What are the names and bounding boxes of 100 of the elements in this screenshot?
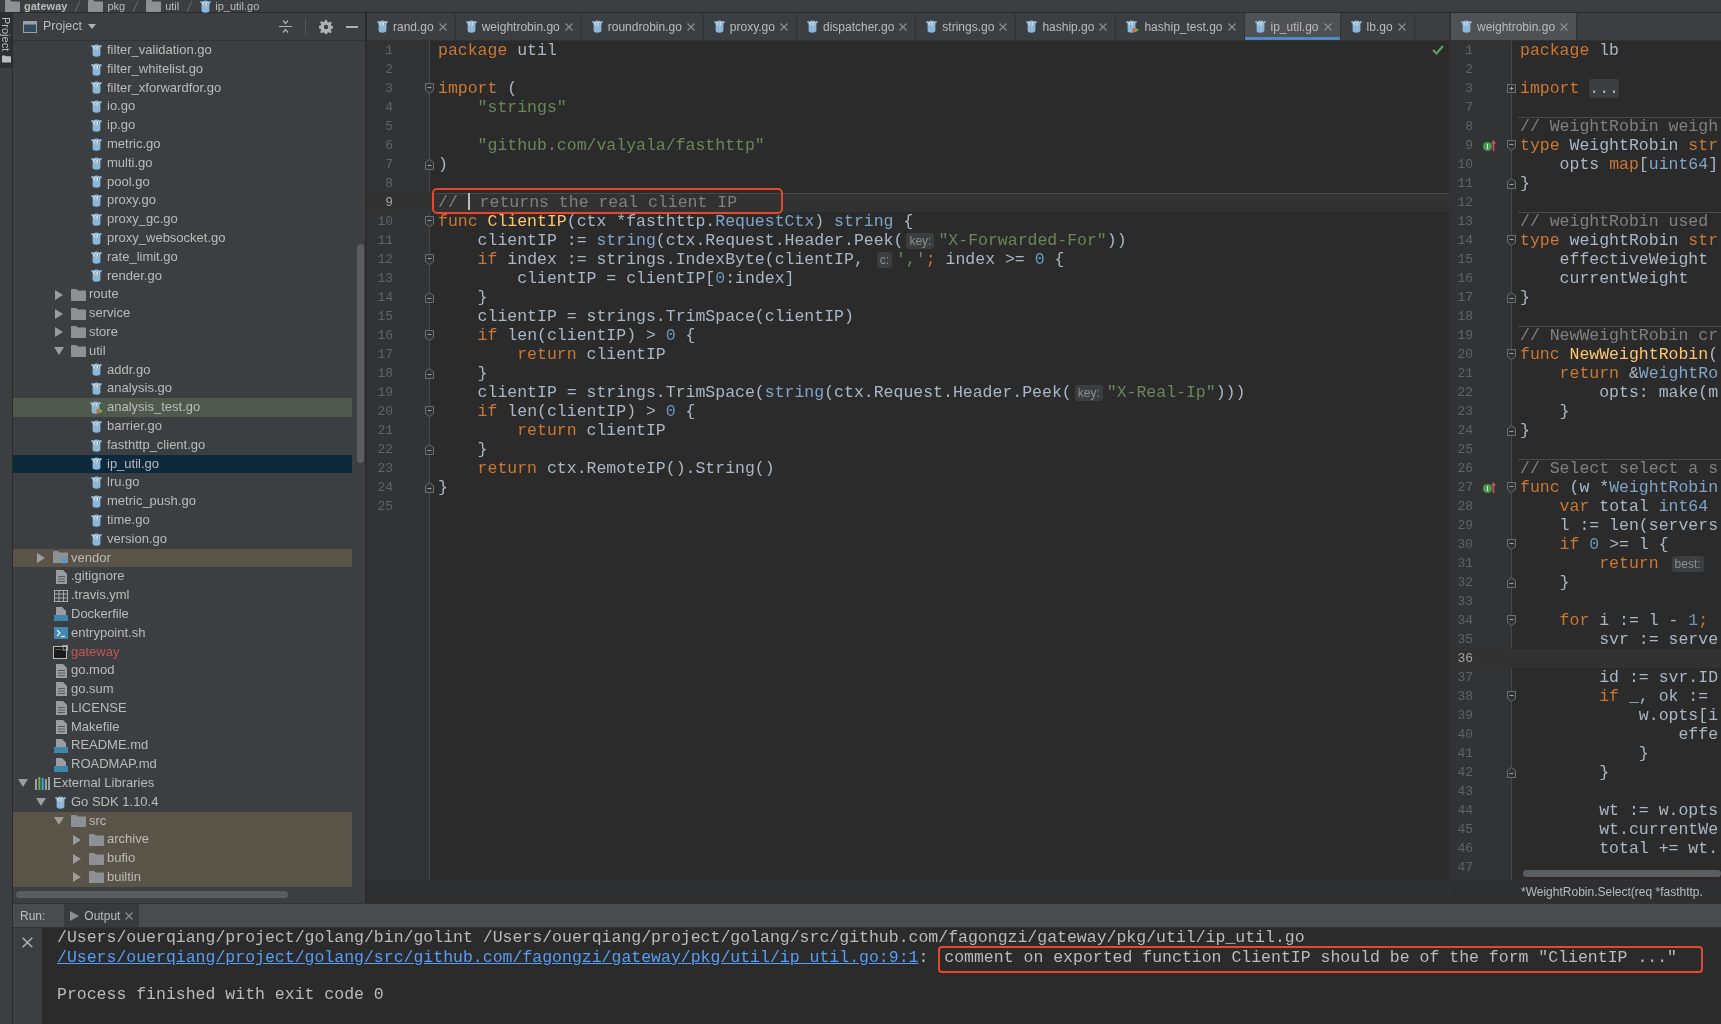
breadcrumb-item[interactable]: pkg bbox=[88, 0, 126, 12]
folder-name[interactable]: bufio bbox=[107, 849, 136, 869]
file-name[interactable]: filter_xforwardfor.go bbox=[107, 78, 222, 98]
file-name[interactable]: LICENSE bbox=[71, 698, 127, 718]
close-icon[interactable] bbox=[1099, 22, 1108, 31]
fold-icon[interactable] bbox=[425, 444, 434, 455]
folder-name[interactable]: archive bbox=[107, 830, 149, 850]
folder-name[interactable]: store bbox=[89, 322, 118, 342]
file-name[interactable]: rate_limit.go bbox=[107, 247, 178, 267]
fold-icon[interactable] bbox=[425, 330, 434, 341]
close-icon[interactable] bbox=[686, 22, 695, 31]
file-name[interactable]: filter_whitelist.go bbox=[107, 59, 204, 79]
file-name[interactable]: Dockerfile bbox=[71, 604, 129, 624]
disclosure-triangle-icon[interactable] bbox=[73, 853, 81, 864]
editor-tab[interactable]: haship_test.go bbox=[1116, 13, 1245, 40]
fold-icon[interactable] bbox=[1507, 615, 1516, 626]
editor-tab[interactable]: weightrobin.go bbox=[1451, 13, 1578, 40]
collapse-all-icon[interactable] bbox=[279, 20, 292, 33]
file-name[interactable]: metric.go bbox=[107, 135, 161, 154]
editor-tab[interactable]: rand.go bbox=[367, 13, 456, 40]
breadcrumb-item[interactable]: gateway bbox=[5, 0, 68, 12]
breadcrumb-text[interactable]: *WeightRobin.Select(req *fasthttp. bbox=[1521, 883, 1703, 901]
file-link[interactable]: /Users/ouerqiang/project/golang/src/github.com/fagongzi/gateway/pkg/util/ip_util.go:9:1 bbox=[57, 948, 919, 967]
settings-icon[interactable] bbox=[319, 19, 333, 34]
breadcrumb-item[interactable]: ip_util.go bbox=[200, 0, 260, 13]
file-name[interactable]: time.go bbox=[107, 510, 150, 530]
fold-icon[interactable] bbox=[425, 406, 434, 417]
file-name[interactable]: metric_push.go bbox=[107, 492, 196, 511]
close-icon[interactable] bbox=[564, 22, 573, 31]
view-selector[interactable]: Project bbox=[23, 17, 96, 36]
file-name[interactable]: lru.go bbox=[107, 473, 140, 493]
folder-name[interactable]: builtin bbox=[107, 868, 141, 887]
fold-icon[interactable] bbox=[1507, 140, 1516, 151]
file-name[interactable]: io.go bbox=[107, 97, 136, 117]
fold-icon[interactable] bbox=[425, 368, 434, 379]
disclosure-triangle-icon[interactable] bbox=[55, 289, 63, 300]
file-name[interactable]: .gitignore bbox=[71, 567, 125, 587]
file-name[interactable]: ip.go bbox=[107, 116, 136, 135]
file-name[interactable]: proxy_websocket.go bbox=[107, 228, 226, 248]
file-name[interactable]: version.go bbox=[107, 529, 167, 549]
file-name[interactable]: analysis_test.go bbox=[107, 398, 201, 417]
editor-tab[interactable]: haship.go bbox=[1016, 13, 1117, 40]
file-name[interactable]: proxy.go bbox=[107, 191, 156, 211]
disclosure-triangle-icon[interactable] bbox=[54, 817, 64, 826]
fold-icon[interactable] bbox=[1507, 691, 1516, 702]
fold-icon[interactable] bbox=[1507, 577, 1516, 588]
folder-name[interactable]: service bbox=[89, 304, 131, 323]
file-name[interactable]: barrier.go bbox=[107, 416, 162, 436]
close-icon[interactable] bbox=[999, 22, 1008, 31]
fold-icon[interactable] bbox=[1507, 767, 1516, 778]
file-name[interactable]: entrypoint.sh bbox=[71, 623, 146, 643]
file-name[interactable]: render.go bbox=[107, 266, 162, 286]
close-icon[interactable] bbox=[1323, 22, 1332, 31]
check-icon[interactable] bbox=[1432, 45, 1444, 55]
file-name[interactable]: go.mod bbox=[71, 661, 115, 681]
tree-row[interactable]: builtin bbox=[13, 868, 352, 887]
output-tab[interactable]: Output bbox=[64, 904, 140, 927]
file-name[interactable]: Makefile bbox=[71, 717, 120, 737]
close-icon[interactable] bbox=[22, 937, 33, 948]
circle-arrow-icon[interactable] bbox=[1482, 140, 1496, 151]
tool-window-tab[interactable]: Project bbox=[0, 13, 12, 69]
fold-icon[interactable] bbox=[1507, 235, 1516, 246]
scrollbar-thumb[interactable] bbox=[1523, 870, 1721, 877]
folder-name[interactable]: External Libraries bbox=[53, 774, 155, 793]
scrollbar-thumb[interactable] bbox=[357, 244, 364, 463]
disclosure-triangle-icon[interactable] bbox=[73, 834, 81, 845]
close-icon[interactable] bbox=[779, 22, 788, 31]
close-icon[interactable] bbox=[1397, 22, 1406, 31]
breadcrumb-item[interactable]: util bbox=[146, 0, 180, 12]
file-name[interactable]: .travis.yml bbox=[71, 586, 130, 605]
disclosure-triangle-icon[interactable] bbox=[55, 308, 63, 319]
fold-icon[interactable] bbox=[425, 482, 434, 493]
file-name[interactable]: fasthttp_client.go bbox=[107, 435, 206, 455]
file-name[interactable]: README.md bbox=[71, 736, 149, 756]
fold-icon[interactable] bbox=[1507, 482, 1516, 493]
editor-tab[interactable]: strings.go bbox=[916, 13, 1017, 40]
editor-tab[interactable]: ip_util.go bbox=[1244, 13, 1341, 40]
folder-name[interactable]: src bbox=[89, 811, 107, 831]
folder-name[interactable]: route bbox=[89, 285, 119, 305]
tree-row[interactable]: ip_util.go bbox=[13, 454, 352, 474]
disclosure-triangle-icon[interactable] bbox=[55, 327, 63, 338]
disclosure-triangle-icon[interactable] bbox=[18, 779, 28, 788]
folder-name[interactable]: util bbox=[89, 341, 106, 361]
file-name[interactable]: addr.go bbox=[107, 360, 151, 380]
scrollbar-thumb[interactable] bbox=[16, 891, 288, 898]
file-name[interactable]: ROADMAP.md bbox=[71, 755, 157, 775]
tree-row[interactable]: archive bbox=[13, 830, 352, 850]
fold-icon[interactable] bbox=[425, 292, 434, 303]
tree-row[interactable]: src bbox=[13, 811, 352, 831]
fold-icon[interactable] bbox=[425, 83, 434, 94]
disclosure-triangle-icon[interactable] bbox=[54, 347, 64, 356]
file-name[interactable]: go.sum bbox=[71, 680, 114, 699]
circle-arrow-icon[interactable] bbox=[1482, 482, 1496, 493]
editor-tab[interactable]: lb.go bbox=[1340, 13, 1415, 40]
folder-name[interactable]: Go SDK 1.10.4 bbox=[71, 792, 159, 812]
fold-icon[interactable] bbox=[1507, 292, 1516, 303]
tree-row[interactable]: vendor bbox=[13, 548, 352, 568]
editor-tab[interactable]: proxy.go bbox=[703, 13, 797, 40]
editor-tab[interactable]: dispatcher.go bbox=[796, 13, 917, 40]
close-icon[interactable] bbox=[899, 22, 908, 31]
